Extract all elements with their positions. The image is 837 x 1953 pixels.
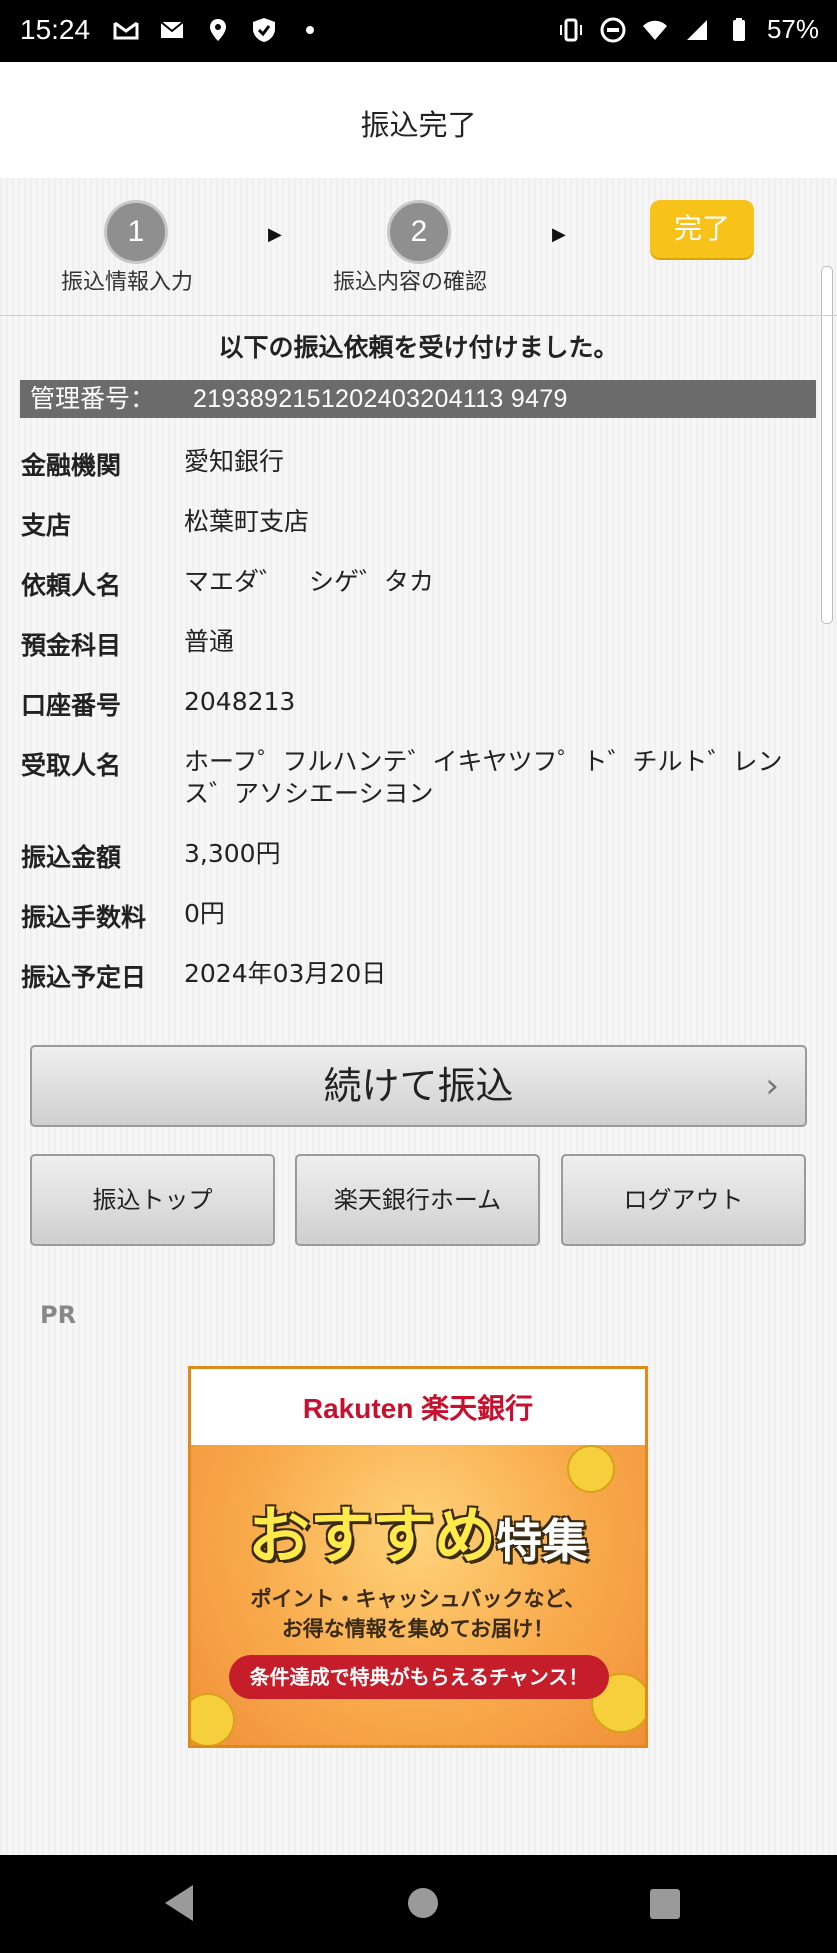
system-icons: 57% — [557, 14, 819, 45]
rakuten-bank-logo: Rakuten 楽天銀行 — [302, 1393, 534, 1424]
step-2-label: 振込内容の確認 — [333, 270, 488, 295]
detail-key: 振込手数料 — [21, 903, 147, 932]
home-icon[interactable] — [408, 1888, 438, 1918]
dnd-icon — [600, 17, 626, 42]
gmail-icon — [113, 21, 139, 40]
management-number-value: 2193892151202403204113 9479 — [193, 385, 568, 413]
detail-value: 愛知銀行 — [184, 447, 285, 476]
detail-value: 2048213 — [184, 687, 296, 716]
signal-icon — [686, 19, 707, 40]
progress-steps: 1 振込情報入力 ▶ 2 振込内容の確認 ▶ 完了 — [0, 178, 837, 316]
vibrate-icon — [559, 18, 582, 41]
management-number-label: 管理番号： — [30, 384, 156, 413]
detail-value: ホーフ゜フルハンテ゛イキヤツフ゜ト゛チルト゛レンス゛アソシエーシヨン — [184, 747, 783, 808]
battery-percentage: 57% — [766, 14, 819, 44]
detail-value: 松葉町支店 — [184, 507, 310, 536]
banner-line-2: お得な情報を集めてお届け！ — [281, 1617, 555, 1641]
detail-key: 振込金額 — [21, 843, 122, 872]
step-2-number: 2 — [387, 200, 451, 264]
detail-value: 普通 — [184, 627, 235, 656]
status-time: 15:24 — [20, 14, 91, 45]
step-complete-badge: 完了 — [650, 200, 754, 258]
banner-headline-main: おすすめ — [247, 1499, 496, 1572]
back-icon[interactable] — [165, 1885, 193, 1921]
coin-icon — [191, 1693, 235, 1745]
detail-key: 金融機関 — [21, 451, 122, 480]
banner-headline: おすすめ特集 — [191, 1485, 645, 1575]
promo-banner[interactable]: Rakuten 楽天銀行 おすすめ特集 ポイント・キャッシュバックなど、 お得な… — [188, 1366, 648, 1748]
rakuten-home-button[interactable]: 楽天銀行ホーム — [295, 1154, 540, 1246]
page-title: 振込完了 — [360, 108, 477, 142]
detail-value: マエダ゛ シゲ゛タカ — [184, 567, 435, 596]
logout-button[interactable]: ログアウト — [561, 1154, 806, 1246]
navigation-bar — [0, 1855, 837, 1953]
title-bar: 振込完了 — [0, 62, 837, 179]
step-1-label: 振込情報入力 — [61, 270, 194, 295]
completion-message: 以下の振込依頼を受け付けました。 — [218, 333, 619, 362]
detail-key: 支店 — [21, 511, 72, 540]
battery-icon — [732, 17, 745, 41]
detail-key: 依頼人名 — [21, 571, 122, 600]
dot-icon — [306, 26, 314, 34]
notification-icons — [112, 16, 324, 44]
shield-icon — [253, 18, 275, 42]
management-number-bar: 管理番号： 2193892151202403204113 9479 — [20, 380, 816, 418]
detail-value: 0円 — [184, 899, 225, 928]
banner-cta: 条件達成で特典がもらえるチャンス！ — [229, 1655, 609, 1699]
banner-headline-sub: 特集 — [496, 1514, 588, 1568]
wifi-icon — [642, 20, 667, 40]
recent-apps-icon[interactable] — [650, 1889, 680, 1919]
pr-label: PR — [40, 1301, 77, 1329]
detail-key: 口座番号 — [21, 691, 122, 720]
detail-value: 3,300円 — [184, 839, 281, 868]
mail-icon — [160, 21, 184, 38]
banner-line-1: ポイント・キャッシュバックなど、 — [250, 1587, 586, 1611]
transfer-top-button[interactable]: 振込トップ — [30, 1154, 275, 1246]
step-arrow-icon: ▶ — [552, 224, 566, 245]
continue-transfer-button[interactable]: 続けて振込 › — [30, 1045, 807, 1127]
detail-key: 受取人名 — [21, 751, 122, 780]
detail-key: 振込予定日 — [21, 963, 147, 992]
chevron-right-icon: › — [765, 1066, 779, 1106]
detail-key: 預金科目 — [21, 631, 122, 660]
continue-transfer-label: 続けて振込 — [323, 1064, 514, 1108]
location-icon — [210, 19, 226, 41]
banner-header: Rakuten 楽天銀行 — [191, 1369, 645, 1445]
step-arrow-icon: ▶ — [268, 224, 282, 245]
content-area: 1 振込情報入力 ▶ 2 振込内容の確認 ▶ 完了 以下の振込依頼を受け付けまし… — [0, 178, 837, 1855]
status-bar: 15:24 57% — [0, 0, 837, 62]
step-1-number: 1 — [104, 200, 168, 264]
banner-body: おすすめ特集 ポイント・キャッシュバックなど、 お得な情報を集めてお届け！ 条件… — [191, 1445, 645, 1745]
detail-value: 2024年03月20日 — [184, 959, 387, 988]
